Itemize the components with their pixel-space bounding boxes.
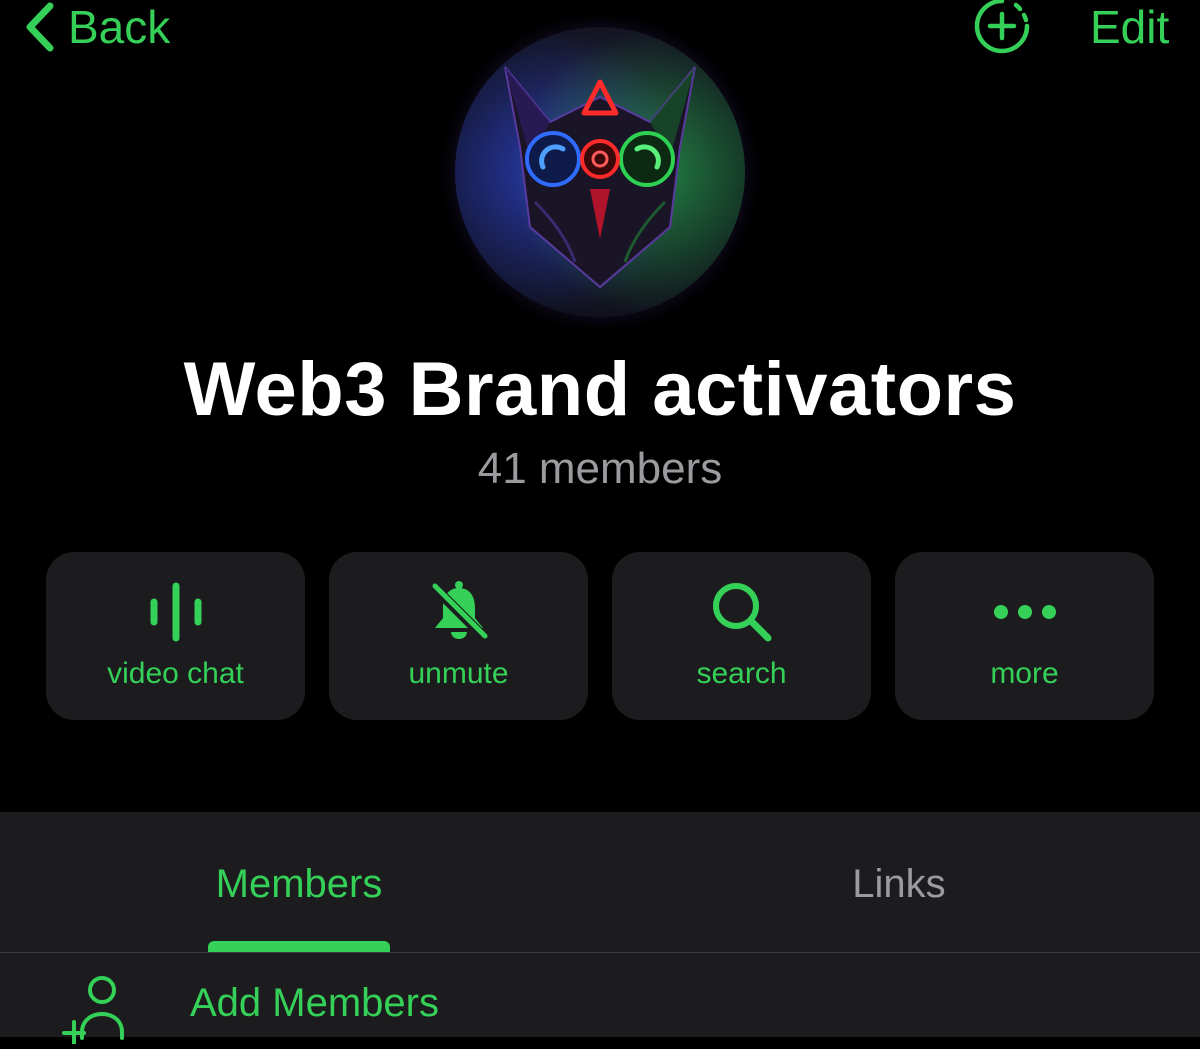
chevron-left-icon	[22, 0, 58, 54]
search-label: search	[696, 657, 787, 690]
unmute-button[interactable]: unmute	[329, 552, 588, 720]
group-avatar[interactable]	[455, 27, 745, 317]
member-count: 41 members	[477, 444, 723, 493]
back-label: Back	[68, 1, 171, 53]
back-button[interactable]: Back	[22, 0, 170, 54]
add-story-button[interactable]	[972, 0, 1032, 54]
add-members-label: Add Members	[190, 981, 439, 1025]
voice-chat-bars-icon	[46, 580, 305, 644]
add-story-circle-icon	[972, 0, 1032, 58]
owl-avatar	[455, 27, 745, 317]
tab-members[interactable]: Members	[0, 862, 598, 906]
search-icon	[612, 580, 871, 644]
video-chat-label: video chat	[107, 657, 244, 690]
tab-divider	[0, 952, 1200, 953]
video-chat-button[interactable]: video chat	[46, 552, 305, 720]
search-button[interactable]: search	[612, 552, 871, 720]
more-dots-icon	[895, 580, 1154, 644]
more-label: more	[990, 657, 1059, 690]
unmute-label: unmute	[408, 657, 509, 690]
more-button[interactable]: more	[895, 552, 1154, 720]
members-panel: Members Links Add Members	[0, 812, 1200, 1046]
action-buttons-row: video chat unmute search more	[46, 552, 1154, 720]
add-person-icon	[62, 972, 134, 1046]
bell-slash-icon	[329, 580, 588, 644]
edit-button[interactable]: Edit	[1090, 0, 1169, 54]
group-title: Web3 Brand activators	[183, 347, 1017, 432]
add-members-row[interactable]: Add Members	[0, 964, 1200, 1046]
tab-links[interactable]: Links	[600, 862, 1198, 906]
